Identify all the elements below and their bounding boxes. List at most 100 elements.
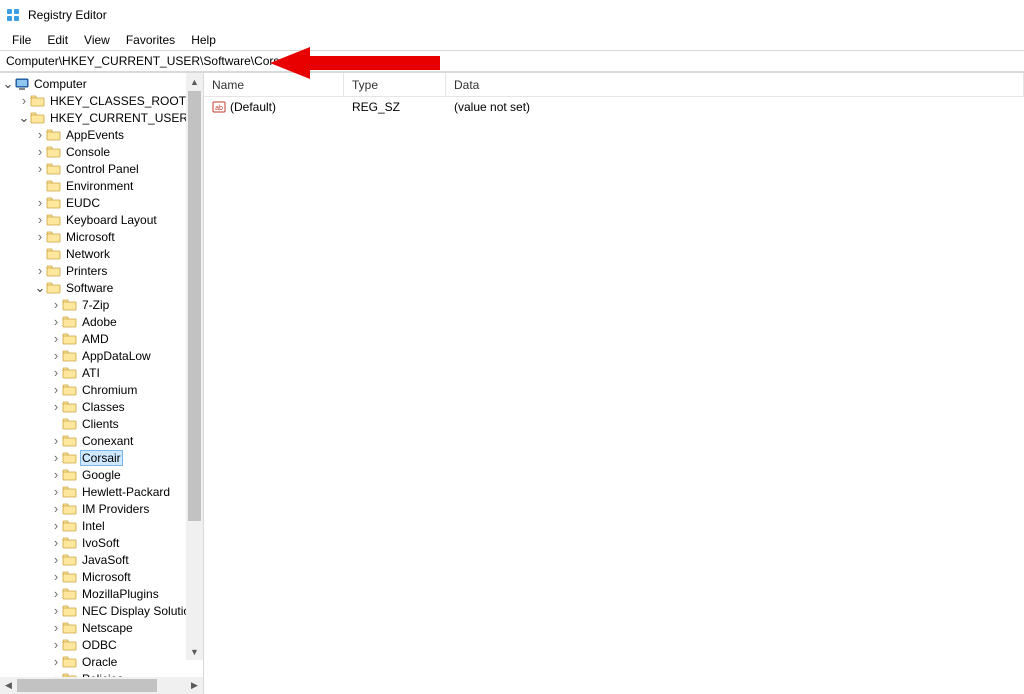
tree-item-mozillaplugins[interactable]: ›MozillaPlugins: [0, 585, 203, 602]
chevron-right-icon[interactable]: ›: [50, 654, 62, 669]
chevron-right-icon[interactable]: ›: [50, 637, 62, 652]
column-type[interactable]: Type: [344, 73, 446, 96]
scroll-thumb[interactable]: [188, 91, 201, 521]
tree-item-im-providers[interactable]: ›IM Providers: [0, 500, 203, 517]
chevron-right-icon[interactable]: ›: [50, 399, 62, 414]
tree-item-google[interactable]: ›Google: [0, 466, 203, 483]
menu-view[interactable]: View: [76, 31, 118, 49]
tree-item-network[interactable]: Network: [0, 245, 203, 262]
chevron-right-icon[interactable]: ›: [34, 212, 46, 227]
tree-item-control-panel[interactable]: ›Control Panel: [0, 160, 203, 177]
svg-text:ab: ab: [215, 105, 223, 112]
tree-item-eudc[interactable]: ›EUDC: [0, 194, 203, 211]
chevron-right-icon[interactable]: ›: [34, 263, 46, 278]
value-row[interactable]: ab(Default)REG_SZ(value not set): [204, 97, 1024, 117]
chevron-right-icon[interactable]: ›: [50, 518, 62, 533]
menu-help[interactable]: Help: [183, 31, 224, 49]
tree-item-console[interactable]: ›Console: [0, 143, 203, 160]
registry-tree[interactable]: ⌄Computer›HKEY_CLASSES_ROOT⌄HKEY_CURRENT…: [0, 73, 203, 677]
tree-root-computer[interactable]: ⌄Computer: [0, 75, 203, 92]
tree-item-intel[interactable]: ›Intel: [0, 517, 203, 534]
value-name: (Default): [230, 100, 276, 114]
folder-icon: [62, 620, 78, 636]
tree-item-clients[interactable]: Clients: [0, 415, 203, 432]
chevron-right-icon[interactable]: ›: [50, 535, 62, 550]
scroll-down-icon[interactable]: ▼: [186, 643, 203, 660]
chevron-right-icon[interactable]: ›: [50, 297, 62, 312]
chevron-right-icon[interactable]: ›: [34, 229, 46, 244]
chevron-right-icon[interactable]: ›: [50, 484, 62, 499]
menu-file[interactable]: File: [4, 31, 39, 49]
chevron-right-icon[interactable]: ›: [50, 365, 62, 380]
chevron-right-icon[interactable]: ›: [34, 144, 46, 159]
scroll-up-icon[interactable]: ▲: [186, 73, 203, 90]
column-name[interactable]: Name: [204, 73, 344, 96]
chevron-down-icon[interactable]: ⌄: [2, 80, 14, 88]
chevron-right-icon[interactable]: ›: [50, 552, 62, 567]
tree-item-netscape[interactable]: ›Netscape: [0, 619, 203, 636]
tree-item-software[interactable]: ⌄Software: [0, 279, 203, 296]
tree-hive-hkey-current-user[interactable]: ⌄HKEY_CURRENT_USER: [0, 109, 203, 126]
tree-item-chromium[interactable]: ›Chromium: [0, 381, 203, 398]
tree-item-hewlett-packard[interactable]: ›Hewlett-Packard: [0, 483, 203, 500]
chevron-right-icon[interactable]: ›: [34, 127, 46, 142]
tree-item-appevents[interactable]: ›AppEvents: [0, 126, 203, 143]
chevron-right-icon[interactable]: ›: [50, 348, 62, 363]
values-header: Name Type Data: [204, 73, 1024, 97]
scroll-right-icon[interactable]: ▶: [186, 677, 203, 694]
chevron-right-icon[interactable]: ›: [50, 450, 62, 465]
tree-pane: ⌄Computer›HKEY_CLASSES_ROOT⌄HKEY_CURRENT…: [0, 73, 204, 694]
folder-icon: [62, 637, 78, 653]
tree-item-printers[interactable]: ›Printers: [0, 262, 203, 279]
tree-item-odbc[interactable]: ›ODBC: [0, 636, 203, 653]
address-input[interactable]: [0, 51, 1024, 71]
values-pane: Name Type Data ab(Default)REG_SZ(value n…: [204, 73, 1024, 694]
chevron-down-icon[interactable]: ⌄: [34, 284, 46, 292]
tree-item-corsair[interactable]: ›Corsair: [0, 449, 203, 466]
tree-item-oracle[interactable]: ›Oracle: [0, 653, 203, 670]
chevron-right-icon[interactable]: ›: [50, 382, 62, 397]
tree-item-policies[interactable]: ›Policies: [0, 670, 203, 677]
values-list[interactable]: ab(Default)REG_SZ(value not set): [204, 97, 1024, 694]
tree-item-environment[interactable]: Environment: [0, 177, 203, 194]
scroll-left-icon[interactable]: ◀: [0, 677, 17, 694]
menu-favorites[interactable]: Favorites: [118, 31, 183, 49]
chevron-right-icon[interactable]: ›: [50, 620, 62, 635]
tree-item-microsoft[interactable]: ›Microsoft: [0, 568, 203, 585]
chevron-right-icon[interactable]: ›: [50, 603, 62, 618]
tree-item-appdatalow[interactable]: ›AppDataLow: [0, 347, 203, 364]
tree-horizontal-scrollbar[interactable]: ◀ ▶: [0, 677, 203, 694]
chevron-right-icon[interactable]: ›: [34, 161, 46, 176]
chevron-right-icon[interactable]: ›: [18, 93, 30, 108]
tree-item-classes[interactable]: ›Classes: [0, 398, 203, 415]
chevron-right-icon[interactable]: ›: [50, 467, 62, 482]
tree-item-ati[interactable]: ›ATI: [0, 364, 203, 381]
tree-item-microsoft[interactable]: ›Microsoft: [0, 228, 203, 245]
chevron-right-icon[interactable]: ›: [50, 314, 62, 329]
tree-item-javasoft[interactable]: ›JavaSoft: [0, 551, 203, 568]
chevron-down-icon[interactable]: ⌄: [18, 114, 30, 122]
menu-edit[interactable]: Edit: [39, 31, 76, 49]
tree-item-keyboard-layout[interactable]: ›Keyboard Layout: [0, 211, 203, 228]
tree-item-amd[interactable]: ›AMD: [0, 330, 203, 347]
chevron-right-icon[interactable]: ›: [50, 331, 62, 346]
address-bar: [0, 50, 1024, 72]
tree-item-conexant[interactable]: ›Conexant: [0, 432, 203, 449]
folder-icon: [62, 569, 78, 585]
chevron-right-icon[interactable]: ›: [34, 195, 46, 210]
chevron-right-icon[interactable]: ›: [50, 569, 62, 584]
tree-item-label: Adobe: [80, 315, 119, 329]
tree-item-adobe[interactable]: › Adobe: [0, 313, 203, 330]
title-bar: Registry Editor: [0, 0, 1024, 30]
tree-hive-hkey-classes-root[interactable]: ›HKEY_CLASSES_ROOT: [0, 92, 203, 109]
tree-item-ivosoft[interactable]: ›IvoSoft: [0, 534, 203, 551]
tree-item-7-zip[interactable]: ›7-Zip: [0, 296, 203, 313]
column-data[interactable]: Data: [446, 73, 1024, 96]
chevron-right-icon[interactable]: ›: [50, 433, 62, 448]
folder-icon: [62, 552, 78, 568]
tree-vertical-scrollbar[interactable]: ▲ ▼: [186, 73, 203, 660]
tree-item-nec-display-solutions[interactable]: ›NEC Display Solutions: [0, 602, 203, 619]
chevron-right-icon[interactable]: ›: [50, 586, 62, 601]
chevron-right-icon[interactable]: ›: [50, 501, 62, 516]
scroll-thumb-h[interactable]: [17, 679, 157, 692]
